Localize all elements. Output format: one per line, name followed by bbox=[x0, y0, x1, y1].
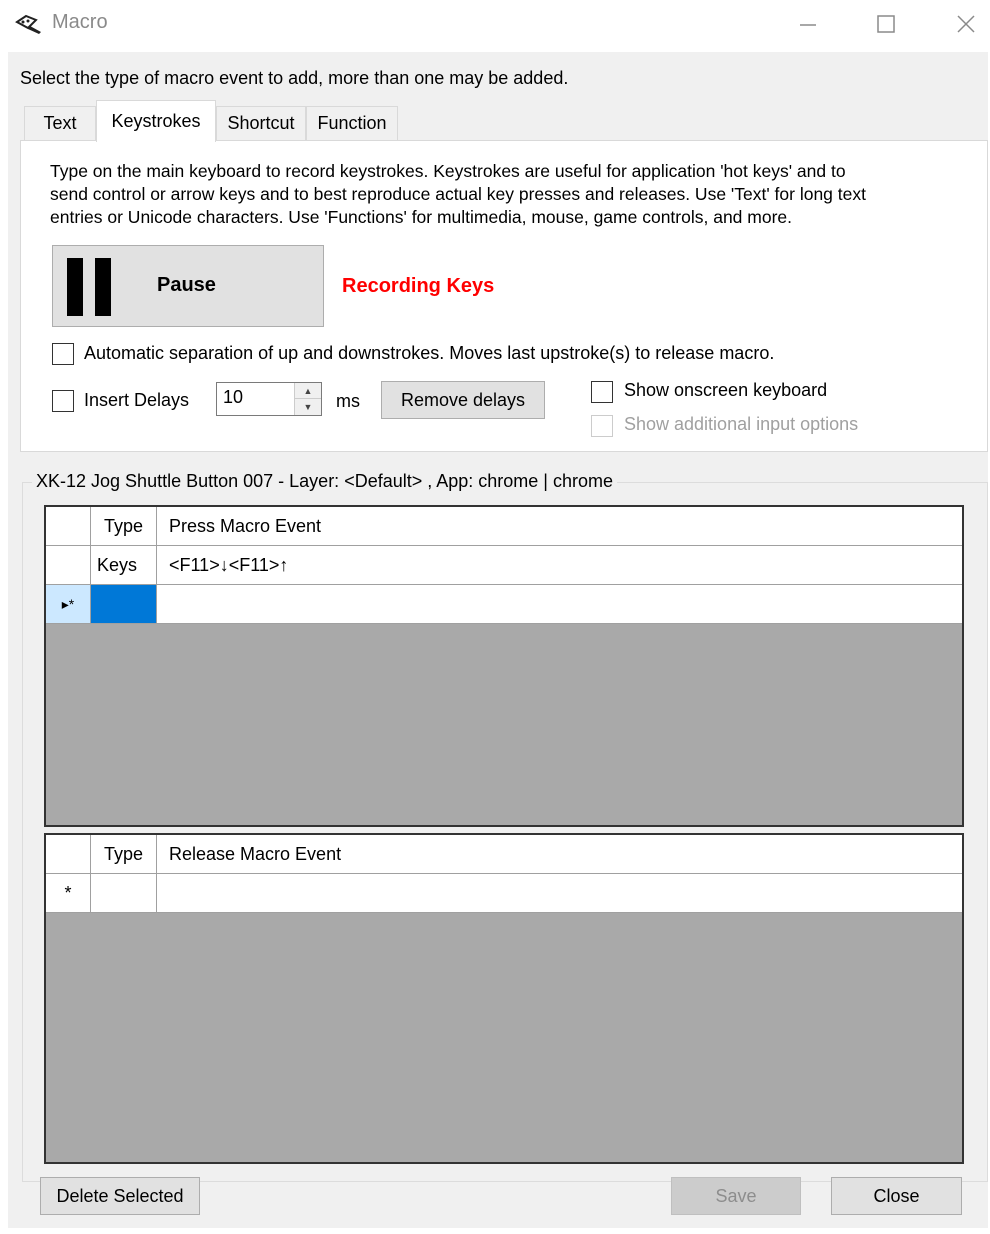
table-row[interactable]: Keys <F11>↓<F11>↑ bbox=[46, 546, 962, 585]
tab-shortcut[interactable]: Shortcut bbox=[216, 106, 306, 140]
press-macro-grid[interactable]: Type Press Macro Event Keys <F11>↓<F11>↑… bbox=[44, 505, 964, 827]
close-button[interactable]: Close bbox=[831, 1177, 962, 1215]
spin-down-icon[interactable]: ▼ bbox=[295, 399, 321, 415]
window-title: Macro bbox=[52, 11, 108, 33]
delay-unit: ms bbox=[336, 391, 360, 411]
auto-separation-label: Automatic separation of up and downstrok… bbox=[84, 343, 775, 363]
pause-button[interactable]: Pause bbox=[52, 245, 324, 327]
insert-delays-label: Insert Delays bbox=[84, 390, 190, 410]
type-cell[interactable] bbox=[91, 874, 157, 912]
tab-keystrokes[interactable]: Keystrokes bbox=[96, 100, 216, 142]
show-additional-checkbox[interactable] bbox=[591, 415, 613, 437]
row-header-corner bbox=[46, 507, 91, 545]
recording-status: Recording Keys bbox=[342, 275, 495, 297]
column-header-type[interactable]: Type bbox=[91, 835, 157, 873]
new-row-indicator[interactable]: * bbox=[46, 874, 91, 912]
auto-separation-checkbox[interactable] bbox=[52, 343, 74, 365]
row-header-corner bbox=[46, 835, 91, 873]
instruction-text: Select the type of macro event to add, m… bbox=[20, 68, 569, 88]
grid-header-row: Type Release Macro Event bbox=[46, 835, 962, 874]
groupbox-title: XK-12 Jog Shuttle Button 007 - Layer: <D… bbox=[32, 471, 618, 492]
pause-icon-bar bbox=[95, 258, 111, 316]
event-cell[interactable] bbox=[157, 585, 962, 623]
type-cell[interactable]: Keys bbox=[91, 546, 157, 584]
keystrokes-description: Type on the main keyboard to record keys… bbox=[50, 160, 960, 229]
tab-text[interactable]: Text bbox=[24, 106, 96, 140]
spin-up-icon[interactable]: ▲ bbox=[295, 383, 321, 399]
show-keyboard-label: Show onscreen keyboard bbox=[624, 380, 828, 400]
event-cell[interactable] bbox=[157, 874, 962, 912]
delete-selected-button[interactable]: Delete Selected bbox=[40, 1177, 200, 1215]
new-row-indicator[interactable]: ▸* bbox=[46, 585, 91, 623]
show-additional-label: Show additional input options bbox=[624, 414, 859, 434]
pause-icon bbox=[67, 258, 83, 316]
maximize-icon[interactable] bbox=[866, 6, 906, 42]
keyboard-pen-icon bbox=[14, 12, 44, 36]
description-line: entries or Unicode characters. Use 'Func… bbox=[50, 207, 792, 227]
title-bar: Macro bbox=[0, 0, 990, 50]
new-row[interactable]: ▸* bbox=[46, 585, 962, 624]
save-button[interactable]: Save bbox=[671, 1177, 801, 1215]
show-keyboard-checkbox[interactable] bbox=[591, 381, 613, 403]
insert-delays-checkbox[interactable] bbox=[52, 390, 74, 412]
minimize-icon[interactable] bbox=[788, 6, 828, 42]
row-indicator[interactable] bbox=[46, 546, 91, 584]
close-icon[interactable] bbox=[946, 6, 986, 42]
release-macro-grid[interactable]: Type Release Macro Event * bbox=[44, 833, 964, 1164]
new-row[interactable]: * bbox=[46, 874, 962, 913]
description-line: send control or arrow keys and to best r… bbox=[50, 184, 866, 204]
type-cell-selected[interactable] bbox=[91, 585, 157, 623]
remove-delays-button[interactable]: Remove delays bbox=[381, 381, 545, 419]
column-header-release-event[interactable]: Release Macro Event bbox=[157, 835, 962, 873]
column-header-type[interactable]: Type bbox=[91, 507, 157, 545]
description-line: Type on the main keyboard to record keys… bbox=[50, 161, 846, 181]
tab-function[interactable]: Function bbox=[306, 106, 398, 140]
pause-label: Pause bbox=[157, 274, 216, 296]
grid-header-row: Type Press Macro Event bbox=[46, 507, 962, 546]
delay-spinner[interactable]: ▲ ▼ bbox=[294, 383, 321, 415]
column-header-press-event[interactable]: Press Macro Event bbox=[157, 507, 962, 545]
event-cell[interactable]: <F11>↓<F11>↑ bbox=[157, 546, 962, 584]
